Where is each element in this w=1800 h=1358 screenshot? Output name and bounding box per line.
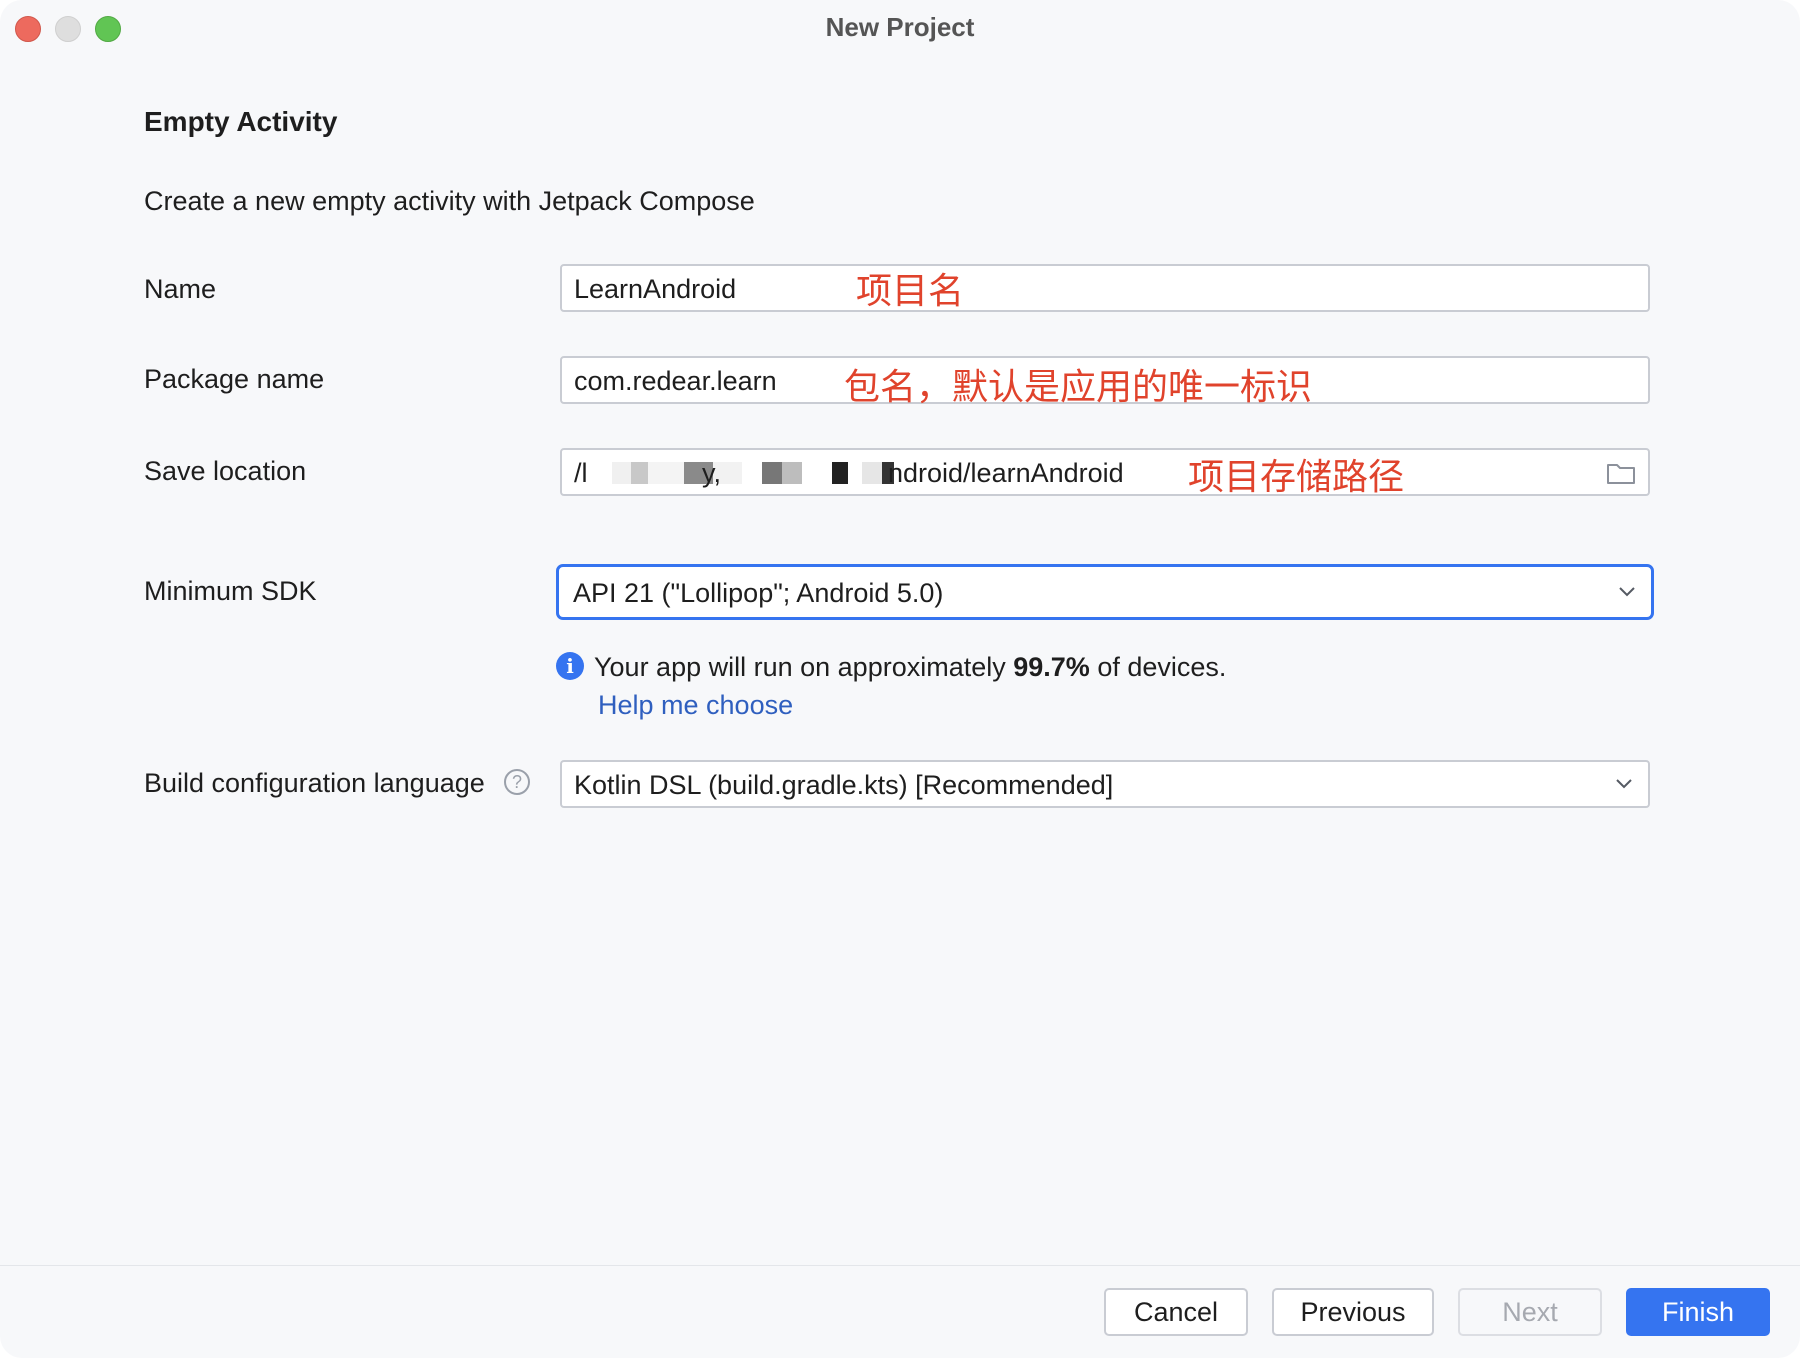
package-name-annotation: 包名，默认是应用的唯一标识 [844, 367, 1313, 408]
previous-button[interactable]: Previous [1272, 1288, 1434, 1336]
window-title: New Project [825, 12, 975, 42]
name-field[interactable]: LearnAndroid [560, 264, 1650, 312]
package-name-value: com.redear.learn [574, 366, 777, 396]
save-location-label: Save location [144, 456, 307, 486]
build-language-select[interactable]: Kotlin DSL (build.gradle.kts) [Recommend… [560, 760, 1650, 808]
next-button[interactable]: Next [1458, 1288, 1602, 1336]
question-icon[interactable]: ? [504, 769, 530, 795]
minimum-sdk-label: Minimum SDK [144, 576, 317, 606]
minimum-sdk-value: API 21 ("Lollipop"; Android 5.0) [573, 578, 944, 608]
name-annotation: 项目名 [856, 271, 965, 312]
build-language-value: Kotlin DSL (build.gradle.kts) [Recommend… [574, 770, 1114, 800]
package-name-label: Package name [144, 364, 325, 394]
name-value: LearnAndroid [574, 274, 737, 304]
minimum-sdk-select[interactable]: API 21 ("Lollipop"; Android 5.0) [556, 564, 1654, 620]
sdk-coverage-text: Your app will run on approximately 99.7%… [594, 652, 1226, 683]
build-language-label: Build configuration language [144, 768, 485, 798]
sdk-coverage-suffix: of devices. [1089, 652, 1227, 682]
footer-divider [0, 1265, 1800, 1266]
cancel-button[interactable]: Cancel [1104, 1288, 1248, 1336]
template-description: Create a new empty activity with Jetpack… [144, 186, 755, 216]
chevron-down-icon [1619, 587, 1635, 597]
save-location-value-end: ndroid/learnAndroid [888, 458, 1124, 488]
help-me-choose-link[interactable]: Help me choose [598, 690, 793, 721]
template-heading: Empty Activity [144, 106, 338, 137]
save-location-field[interactable]: /l y, ndroid/learnAndroid [560, 448, 1650, 496]
save-location-value-mid: y, [702, 458, 721, 488]
new-project-window: New Project Empty Activity Create a new … [0, 0, 1800, 1358]
title-bar: New Project [0, 0, 1800, 58]
folder-icon[interactable] [1606, 460, 1636, 486]
save-location-value-start: /l [574, 458, 588, 488]
info-icon: i [556, 652, 584, 680]
name-label: Name [144, 274, 217, 304]
sdk-coverage-prefix: Your app will run on approximately [594, 652, 1014, 682]
finish-button[interactable]: Finish [1626, 1288, 1770, 1336]
save-location-annotation: 项目存储路径 [1188, 457, 1405, 498]
sdk-coverage-percent: 99.7% [1013, 652, 1090, 682]
chevron-down-icon [1616, 779, 1632, 789]
